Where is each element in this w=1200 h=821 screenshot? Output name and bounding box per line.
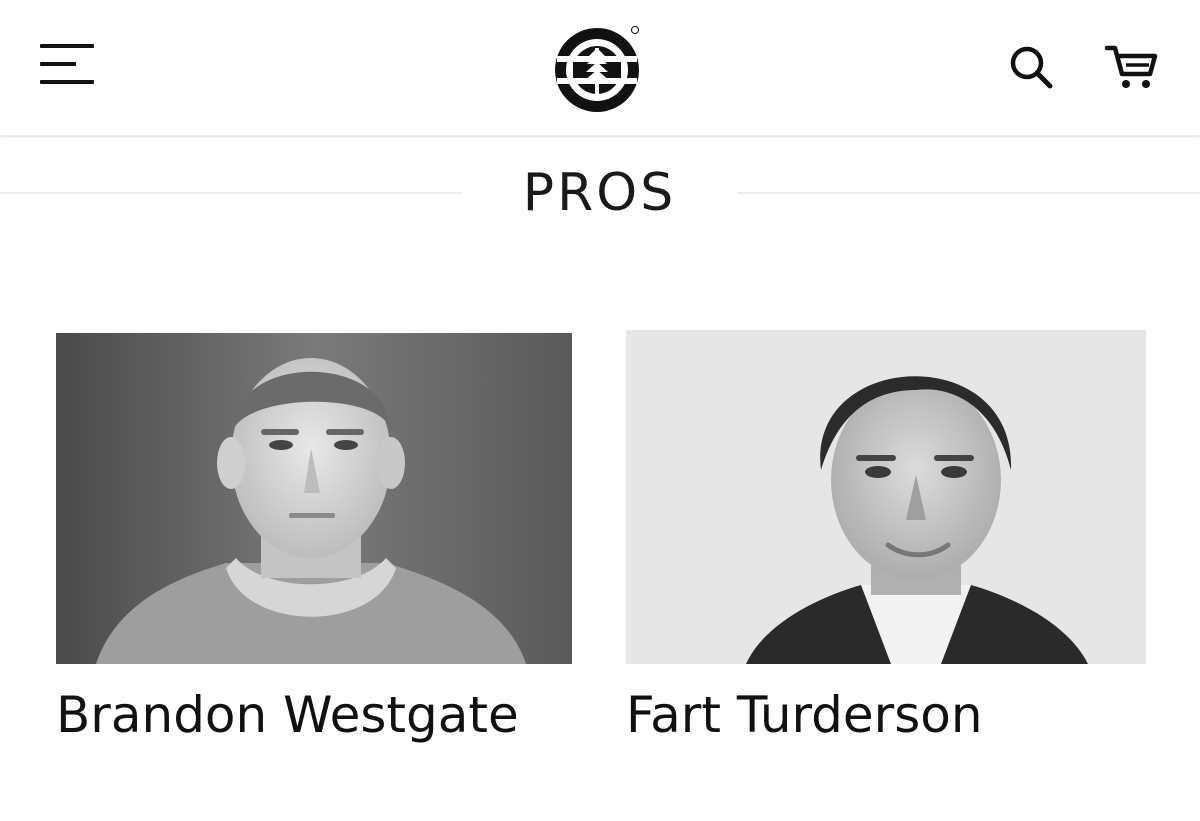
search-icon[interactable] bbox=[1008, 44, 1056, 92]
pro-name[interactable]: Fart Turderson bbox=[626, 685, 983, 745]
hamburger-menu-icon[interactable] bbox=[40, 44, 96, 88]
pro-card-fart-turderson[interactable]: Fart Turderson bbox=[626, 330, 1156, 750]
cart-icon[interactable] bbox=[1104, 42, 1160, 92]
page-title: PROS bbox=[522, 163, 677, 223]
section-heading: PROS bbox=[0, 158, 1200, 228]
divider-right bbox=[737, 192, 1200, 194]
pro-photo[interactable] bbox=[626, 330, 1146, 664]
site-header bbox=[0, 0, 1200, 137]
pro-name[interactable]: Brandon Westgate bbox=[56, 685, 519, 745]
pro-photo[interactable] bbox=[56, 333, 572, 664]
divider-left bbox=[0, 192, 462, 194]
element-logo-icon[interactable] bbox=[553, 22, 645, 114]
pro-card-brandon-westgate[interactable]: Brandon Westgate bbox=[56, 333, 576, 753]
